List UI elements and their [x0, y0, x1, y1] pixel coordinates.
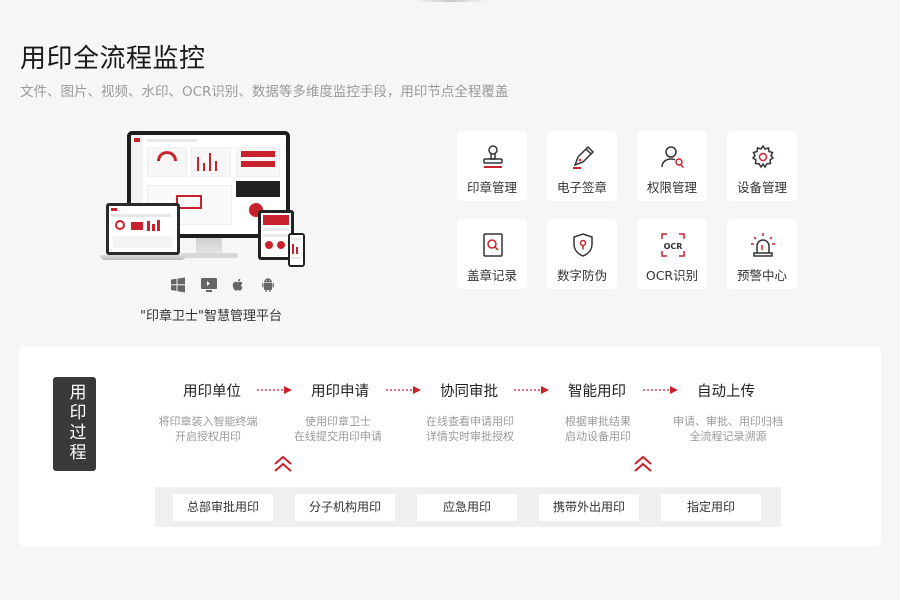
- feature-stamp-records[interactable]: 盖章记录: [457, 219, 527, 289]
- step-desc-approve: 在线查看申请用印 详情实时审批授权: [426, 415, 514, 443]
- step-desc-apply: 使用印章卫士 在线提交用印申请: [294, 415, 382, 443]
- monitor-icon: [200, 277, 217, 293]
- pen-icon: [569, 143, 597, 171]
- double-chevron-up-icon: [274, 455, 292, 472]
- laptop: [106, 203, 180, 255]
- feature-device-management[interactable]: 设备管理: [727, 131, 797, 201]
- os-icons: [170, 277, 276, 293]
- step-title-apply: 用印申请: [311, 384, 369, 400]
- alarm-icon: [749, 231, 777, 259]
- scenario-branch[interactable]: 分子机构用印: [295, 494, 395, 521]
- shield-lock-icon: [569, 231, 597, 259]
- user-key-icon: [659, 143, 687, 171]
- phone: [288, 233, 305, 267]
- devices-illustration: [100, 125, 315, 275]
- scenario-designated[interactable]: 指定用印: [661, 494, 761, 521]
- step-title-auto-upload: 自动上传: [697, 384, 755, 400]
- feature-seal-management[interactable]: 印章管理: [457, 131, 527, 201]
- scenario-carry-out[interactable]: 携带外出用印: [539, 494, 639, 521]
- feature-alert-center[interactable]: 预警中心: [727, 219, 797, 289]
- page-title: 用印全流程监控: [20, 44, 206, 74]
- feature-e-signature[interactable]: 电子签章: [547, 131, 617, 201]
- feature-ocr-recognition[interactable]: OCR OCR识别: [637, 219, 707, 289]
- feature-digital-anticounterfeit[interactable]: 数字防伪: [547, 219, 617, 289]
- platform-caption: "印章卫士"智慧管理平台: [140, 309, 282, 324]
- apple-icon: [230, 277, 246, 293]
- scenario-emergency[interactable]: 应急用印: [417, 494, 517, 521]
- step-title-smart-seal: 智能用印: [568, 384, 626, 400]
- gear-icon: [749, 143, 777, 171]
- step-desc-unit: 将印章装入智能终端 开启授权用印: [158, 415, 258, 443]
- step-arrow: [257, 386, 292, 394]
- step-arrow: [643, 386, 678, 394]
- step-desc-smart-seal: 根据审批结果 启动设备用印: [565, 415, 631, 443]
- windows-icon: [170, 277, 186, 293]
- step-title-approve: 协同审批: [440, 384, 498, 400]
- double-chevron-up-icon: [634, 455, 652, 472]
- document-search-icon: [479, 231, 507, 259]
- stamp-icon: [479, 143, 507, 171]
- top-divider: [0, 0, 900, 2]
- step-title-unit: 用印单位: [183, 384, 241, 400]
- step-arrow: [514, 386, 549, 394]
- process-tag: 用印过程: [53, 377, 96, 471]
- scenario-hq-approval[interactable]: 总部审批用印: [173, 494, 273, 521]
- step-desc-auto-upload: 申请、审批、用印归档 全流程记录溯源: [673, 415, 783, 443]
- step-arrow: [386, 386, 421, 394]
- android-icon: [260, 277, 276, 293]
- svg-text:OCR: OCR: [664, 242, 683, 251]
- feature-permission-management[interactable]: 权限管理: [637, 131, 707, 201]
- ocr-icon: OCR: [659, 231, 687, 259]
- page-subtitle: 文件、图片、视频、水印、OCR识别、数据等多维度监控手段，用印节点全程覆盖: [20, 84, 509, 100]
